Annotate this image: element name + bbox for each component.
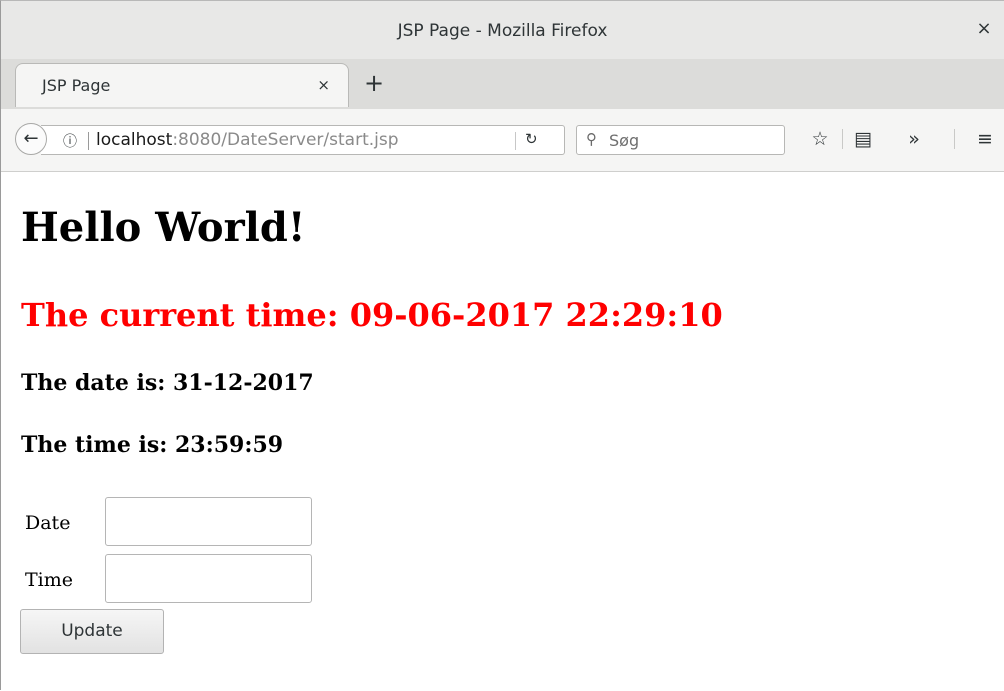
toolbar-divider — [842, 129, 843, 149]
close-window-icon[interactable]: × — [972, 17, 996, 41]
page-heading: Hello World! — [21, 204, 306, 251]
date-label: Date — [25, 512, 71, 534]
url-bar[interactable]: ⓘ localhost:8080/DateServer/start.jsp ↻ — [41, 125, 565, 155]
date-field[interactable] — [105, 497, 312, 546]
search-icon: ⚲ — [586, 130, 597, 148]
navigation-bar: ⓘ localhost:8080/DateServer/start.jsp ↻ … — [1, 109, 1004, 172]
url-reload-divider — [515, 132, 516, 150]
new-tab-button[interactable]: + — [359, 68, 389, 98]
bookmark-star-icon[interactable]: ☆ — [805, 124, 835, 154]
date-line: The date is: 31-12-2017 — [21, 370, 314, 396]
reload-icon[interactable]: ↻ — [525, 130, 538, 148]
time-line: The time is: 23:59:59 — [21, 432, 284, 458]
reader-view-icon[interactable]: ▤ — [848, 124, 878, 154]
close-tab-icon[interactable]: × — [317, 76, 330, 94]
site-info-icon[interactable]: ⓘ — [63, 131, 77, 151]
url-text[interactable]: localhost:8080/DateServer/start.jsp — [96, 130, 399, 150]
tab-jsp-page[interactable]: JSP Page × — [15, 63, 349, 107]
page-content: Hello World! The current time: 09-06-201… — [1, 172, 1004, 691]
window-title: JSP Page - Mozilla Firefox — [397, 21, 608, 41]
overflow-chevron-icon[interactable]: » — [899, 124, 929, 154]
url-host: localhost — [96, 130, 173, 150]
update-button[interactable]: Update — [20, 609, 164, 654]
title-bar: JSP Page - Mozilla Firefox × — [1, 1, 1004, 60]
back-button[interactable]: ← — [15, 123, 47, 155]
search-bar[interactable]: ⚲ — [576, 125, 785, 155]
tab-strip: JSP Page × + — [1, 59, 1004, 109]
time-field[interactable] — [105, 554, 312, 603]
time-label: Time — [25, 569, 74, 591]
toolbar-divider — [954, 129, 955, 149]
browser-window: JSP Page - Mozilla Firefox × JSP Page × … — [0, 0, 1004, 691]
tab-label: JSP Page — [42, 76, 111, 95]
url-divider — [88, 132, 89, 150]
menu-hamburger-icon[interactable]: ≡ — [970, 124, 1000, 154]
current-time-heading: The current time: 09-06-2017 22:29:10 — [21, 296, 723, 334]
search-input[interactable] — [607, 128, 781, 152]
url-path: :8080/DateServer/start.jsp — [172, 130, 399, 150]
